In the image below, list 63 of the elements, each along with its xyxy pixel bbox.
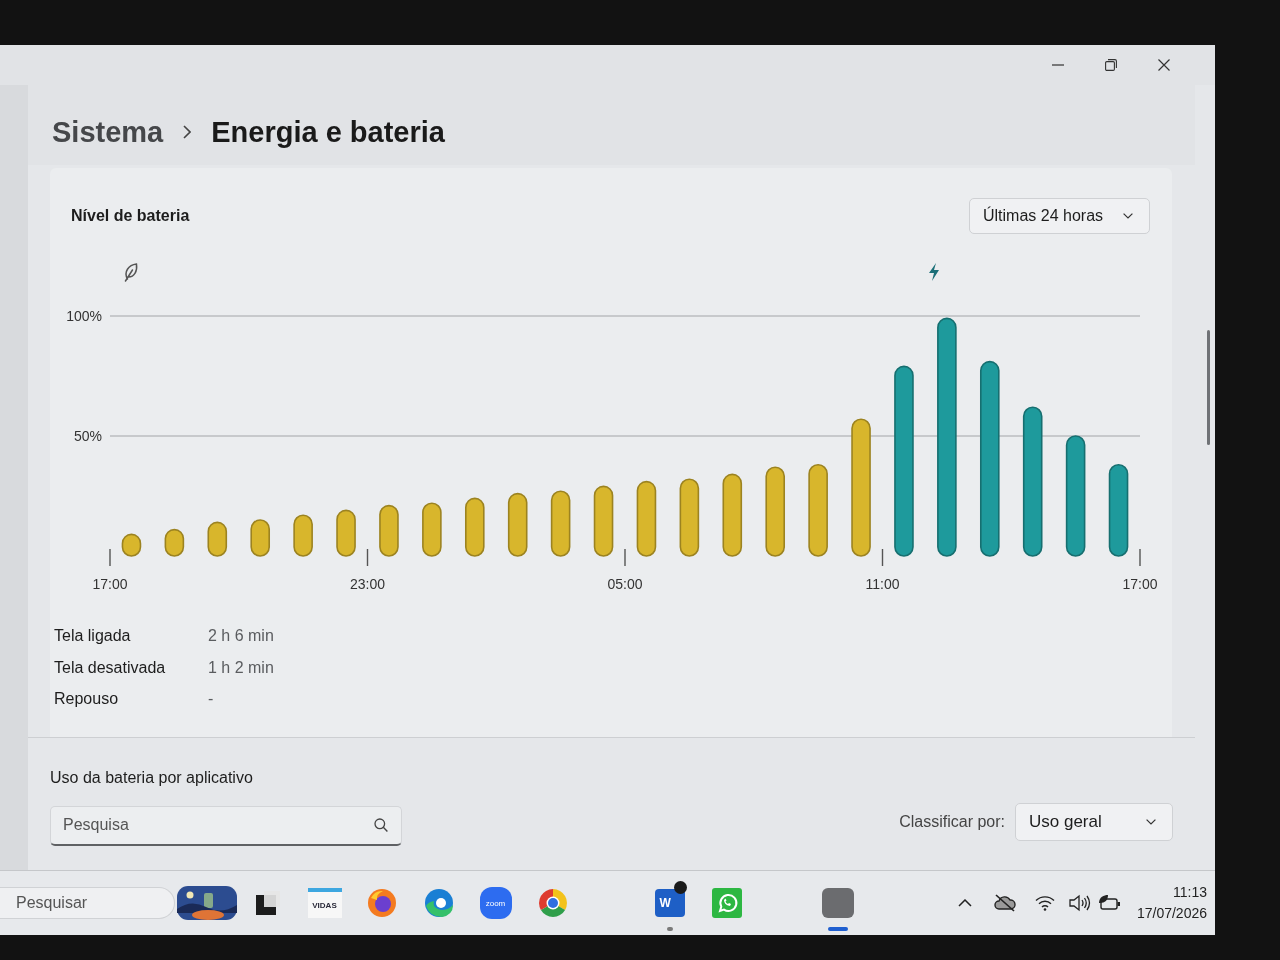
stat-value: - bbox=[208, 689, 214, 709]
stat-label: Tela desativada bbox=[54, 657, 166, 678]
scrollbar-thumb[interactable] bbox=[1207, 330, 1210, 445]
night-scene-icon bbox=[177, 886, 237, 920]
volume-icon bbox=[1068, 894, 1091, 912]
stat-label: Repouso bbox=[54, 689, 119, 709]
axis-label: 100% bbox=[66, 308, 102, 324]
search-field[interactable]: Pesquisa bbox=[50, 805, 402, 846]
chart-bar bbox=[379, 504, 399, 557]
axis-label: 05:00 bbox=[607, 576, 643, 592]
axis-label: 11:00 bbox=[865, 576, 900, 592]
stat-value: 2 h 6 min bbox=[208, 626, 274, 646]
chart-bar bbox=[336, 509, 356, 557]
app-square-icon bbox=[821, 888, 854, 918]
chevron-right-icon bbox=[183, 125, 192, 139]
chart-bar bbox=[250, 519, 270, 557]
leaf-icon bbox=[124, 263, 138, 282]
squares-icon bbox=[255, 891, 280, 915]
sort-label: Classificar por: bbox=[899, 812, 1005, 831]
app-logo-button[interactable]: W bbox=[654, 889, 685, 917]
app-logo-button[interactable]: VIDAS bbox=[307, 888, 342, 918]
stat-value: 1 h 2 min bbox=[208, 657, 274, 678]
page-title: Energia e bateria bbox=[211, 115, 445, 149]
chat-phone-icon bbox=[711, 888, 742, 918]
chart-bar bbox=[293, 514, 313, 557]
clock-date[interactable]: 17/07/2026 bbox=[1136, 903, 1207, 924]
sort-dropdown[interactable]: Uso geral bbox=[1015, 802, 1173, 841]
chart-bar bbox=[164, 528, 185, 557]
taskbar-app-button[interactable] bbox=[255, 891, 280, 915]
tricolor-circle-icon bbox=[537, 888, 568, 918]
swirl-icon bbox=[423, 888, 454, 918]
minimize-icon bbox=[1051, 64, 1064, 66]
time-range-dropdown[interactable]: Últimas 24 horas bbox=[969, 198, 1150, 234]
chart-bar bbox=[207, 521, 228, 557]
chart-bar bbox=[121, 533, 142, 557]
axis-label: 17:00 bbox=[1122, 576, 1158, 592]
cloud-off-icon bbox=[993, 894, 1016, 912]
chevron-down-icon bbox=[1146, 818, 1156, 825]
fox-globe-icon bbox=[366, 888, 397, 918]
search-icon bbox=[374, 817, 388, 832]
chevron-down-icon bbox=[1123, 213, 1133, 219]
clock-time[interactable]: 11:13 bbox=[1173, 882, 1207, 903]
restore-icon bbox=[1104, 59, 1117, 71]
breadcrumb-link[interactable]: Sistema bbox=[52, 115, 164, 149]
chart-bar bbox=[550, 490, 571, 557]
chart-bar bbox=[422, 502, 442, 557]
chart-bar bbox=[465, 497, 485, 557]
chart-bar bbox=[507, 492, 528, 557]
app-logo-button[interactable]: zoom bbox=[479, 887, 512, 919]
stat-label: Tela ligada bbox=[54, 626, 131, 646]
taskbar-app-button[interactable] bbox=[177, 886, 237, 920]
close-icon bbox=[1157, 59, 1170, 71]
axis-label: 50% bbox=[73, 428, 102, 444]
chart-bar bbox=[593, 485, 614, 557]
taskbar-search-field[interactable]: Pesquisar bbox=[0, 887, 175, 919]
section-title: Nível de bateria bbox=[71, 207, 190, 225]
axis-label: 23:00 bbox=[350, 576, 385, 592]
section-title: Uso da bateria por aplicativo bbox=[50, 767, 253, 788]
wifi-icon bbox=[1034, 895, 1055, 911]
axis-label: 17:00 bbox=[92, 576, 128, 592]
chevron-up-icon bbox=[957, 899, 972, 907]
lightning-icon bbox=[929, 263, 939, 281]
battery-charging-icon bbox=[1097, 894, 1122, 912]
